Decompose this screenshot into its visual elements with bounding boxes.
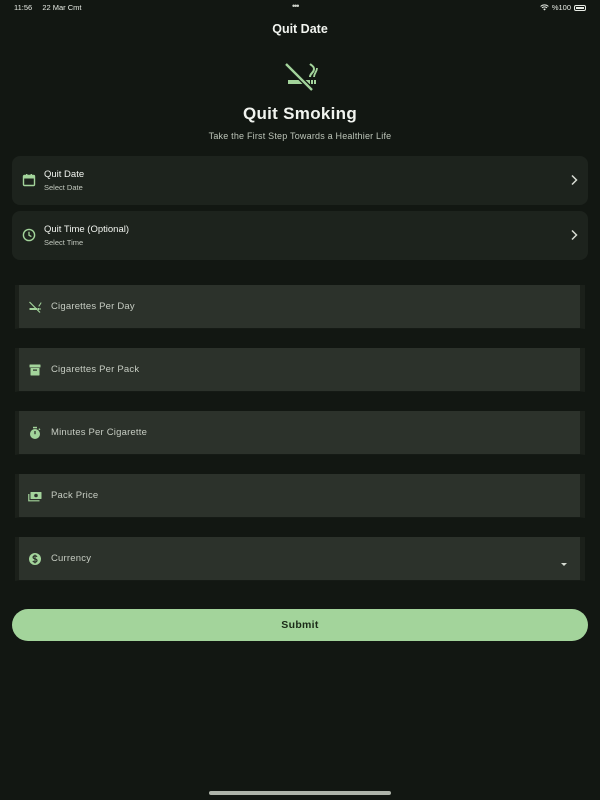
dropdown-arrow-icon [561,563,567,566]
quit-date-picker[interactable]: Quit Date Select Date [12,156,588,205]
no-smoking-icon [29,301,42,313]
status-time: 11:56 [14,3,33,12]
currency-dropdown[interactable]: Currency [15,537,585,581]
picker-title: Quit Date [44,169,85,180]
hero-subtitle: Take the First Step Towards a Healthier … [208,131,392,141]
cigarettes-per-day-field[interactable]: Cigarettes Per Day [15,285,585,329]
minutes-per-cigarette-field[interactable]: Minutes Per Cigarette [15,411,585,455]
battery-percent: %100 [551,3,571,12]
home-indicator[interactable] [209,791,391,795]
hero-title: Quit Smoking [242,104,358,123]
cigarettes-per-pack-field[interactable]: Cigarettes Per Pack [15,348,585,392]
pack-price-field[interactable]: Pack Price [15,474,585,518]
field-label: Minutes Per Cigarette [51,427,148,438]
submit-button[interactable]: Submit [12,609,588,641]
field-label: Cigarettes Per Pack [51,364,140,375]
page-title: Quit Date [272,22,328,36]
picker-value: Select Date [44,183,83,192]
field-label: Cigarettes Per Day [51,301,135,312]
multitask-dots[interactable]: ••• [292,1,300,11]
field-label: Currency [51,553,92,564]
picker-title: Quit Time (Optional) [44,224,129,235]
status-left: 11:56 22 Mar Cmt [14,3,90,12]
chevron-right-icon [571,229,578,241]
status-right: %100 [540,3,586,12]
stopwatch-icon [30,426,41,439]
clock-icon [22,228,36,242]
no-smoking-icon [284,62,318,92]
chevron-right-icon [571,174,578,186]
status-date: 22 Mar Cmt [42,3,82,12]
dollar-icon [29,553,41,565]
battery-icon [574,4,586,11]
status-bar: 11:56 22 Mar Cmt ••• %100 [0,0,600,14]
box-icon [29,364,41,376]
picker-value: Select Time [44,238,84,247]
quit-time-picker[interactable]: Quit Time (Optional) Select Time [12,211,588,260]
money-icon [28,492,42,502]
calendar-icon [22,174,36,187]
field-label: Pack Price [51,490,99,501]
wifi-icon [540,4,549,11]
